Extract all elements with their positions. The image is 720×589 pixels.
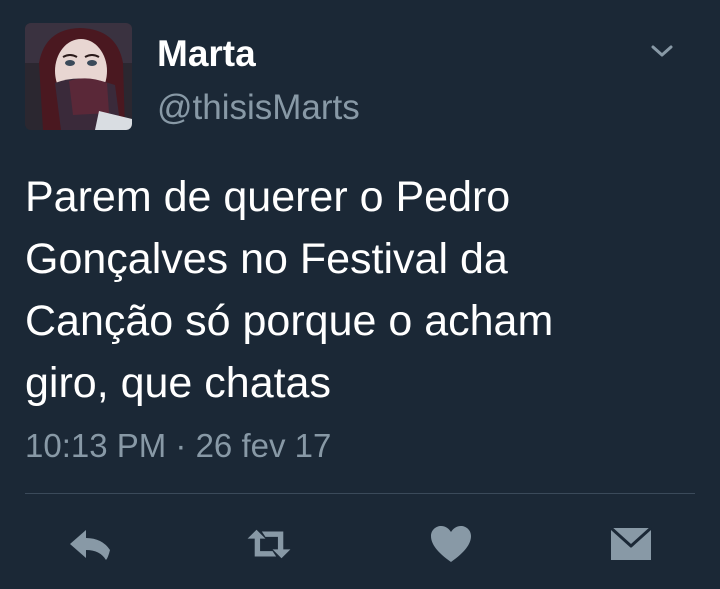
avatar-image [25, 23, 132, 130]
reply-button[interactable] [65, 520, 115, 568]
tweet-card: Marta @thisisMarts Parem de querer o Ped… [0, 0, 720, 589]
direct-message-button[interactable] [606, 520, 656, 568]
retweet-icon [247, 529, 291, 559]
author-handle[interactable]: @thisisMarts [157, 87, 360, 129]
avatar[interactable] [25, 23, 132, 130]
chevron-down-icon[interactable] [648, 40, 676, 62]
heart-icon [431, 526, 471, 562]
author-name[interactable]: Marta [157, 32, 256, 76]
reply-icon [70, 530, 110, 560]
tweet-timestamp[interactable]: 10:13 PM · 26 fev 17 [25, 425, 331, 467]
retweet-button[interactable] [244, 520, 294, 568]
like-button[interactable] [426, 520, 476, 568]
divider [25, 493, 695, 494]
envelope-icon [609, 526, 653, 560]
tweet-text: Parem de querer o Pedro Gonçalves no Fes… [25, 173, 554, 407]
